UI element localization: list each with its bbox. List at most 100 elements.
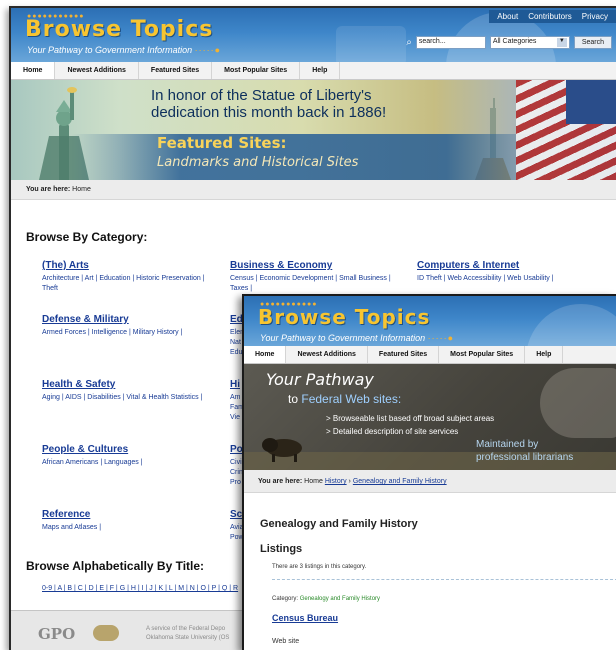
banner-line-2: dedication this month back in 1886! [151,104,387,121]
banner-subtitle-highlight: Federal Web sites: [301,392,402,406]
banner-title: Your Pathway [266,370,374,389]
main-nav: Home Newest Additions Featured Sites Mos… [244,346,616,364]
about-link[interactable]: About [497,12,518,21]
nav-most-popular-sites[interactable]: Most Popular Sites [439,346,526,363]
category-links[interactable]: African Americans | Languages | [42,458,217,468]
listing-category-label: Category: [272,596,299,602]
listing-category: Category: Genealogy and Family History [272,596,380,602]
site-tagline: Your Pathway to Government Information ·… [260,333,454,343]
maintained-line-1: Maintained by [476,439,539,450]
chevron-down-icon: ▼ [556,38,567,47]
breadcrumb-history[interactable]: History [325,478,347,485]
category-computers: Computers & Internet ID Theft | Web Acce… [417,260,592,284]
site-header: ●●●●●●●●●●● Browse Topics Your Pathway t… [244,296,616,346]
category-title[interactable]: Business & Economy [230,260,405,271]
breadcrumb-label: You are here: [258,478,303,485]
category-select-value: All Categories [492,38,537,45]
category-links[interactable]: Census | Economic Development | Small Bu… [230,274,405,294]
category-links[interactable]: Architecture | Art | Education | Histori… [42,274,217,294]
page-title: Genealogy and Family History [260,518,418,530]
site-logo[interactable]: Browse Topics [258,305,430,329]
listing-divider [272,579,616,580]
category-defense: Defense & Military Armed Forces | Intell… [42,314,217,338]
banner-subtitle: to Federal Web sites: [288,392,401,406]
category-links[interactable]: Maps and Atlases | [42,523,217,533]
category-health: Health & Safety Aging | AIDS | Disabilit… [42,379,217,403]
banner-bullet-1: > Browseable list based off broad subjec… [326,414,495,423]
bison-image [262,438,302,462]
breadcrumb-separator: › [348,478,351,485]
flag-canton [566,80,616,124]
category-title[interactable]: Health & Safety [42,379,217,390]
banner-bullet-2: > Detailed description of site services [326,427,459,436]
footer-service-text: A service of the Federal Depo Oklahoma S… [146,625,229,643]
eagle-seal-image [540,368,616,438]
tagline-text: Your Pathway to Government Information [27,45,193,55]
banner-subtitle-prefix: to [288,392,299,406]
site-header: ●●●●●●●●●●● Browse Topics Your Pathway t… [11,8,616,62]
browse-alphabetically-heading: Browse Alphabetically By Title: [26,559,205,573]
banner-subtitle: Landmarks and Historical Sites [157,155,359,170]
listing-count: There are 3 listings in this category. [272,564,367,570]
banner-featured-title: Featured Sites: [157,134,287,152]
nav-most-popular-sites[interactable]: Most Popular Sites [212,62,301,79]
maintained-by-text: Maintained by professional librarians [476,438,573,464]
category-links[interactable]: Armed Forces | Intelligence | Military H… [42,328,217,338]
listing-category-value[interactable]: Genealogy and Family History [300,596,380,602]
listing-title-link[interactable]: Census Bureau [272,613,338,623]
listing-type: Web site [272,638,300,645]
search-input[interactable]: search... [415,36,486,49]
header-decoration [526,304,616,346]
browse-topics-window-front: ●●●●●●●●●●● Browse Topics Your Pathway t… [242,294,616,650]
search-button[interactable]: Search [573,36,612,49]
category-links[interactable]: Aging | AIDS | Disabilities | Vital & He… [42,393,217,403]
banner-headline: In honor of the Statue of Liberty's dedi… [151,87,386,121]
category-title[interactable]: Defense & Military [42,314,217,325]
nav-featured-sites[interactable]: Featured Sites [139,62,213,79]
breadcrumb-home: Home [72,186,91,193]
site-logo[interactable]: Browse Topics [25,17,213,42]
nav-home[interactable]: Home [11,62,56,79]
breadcrumb-label: You are here: [26,186,71,193]
contributors-link[interactable]: Contributors [528,12,572,21]
nav-newest-additions[interactable]: Newest Additions [55,62,139,79]
nav-newest-additions[interactable]: Newest Additions [286,346,368,363]
category-business: Business & Economy Census | Economic Dev… [230,260,405,294]
category-people: People & Cultures African Americans | La… [42,444,217,468]
osu-logo[interactable] [93,625,119,641]
search-icon: ⌕ [406,37,412,48]
featured-banner[interactable]: In honor of the Statue of Liberty's dedi… [11,80,616,180]
main-nav: Home Newest Additions Featured Sites Mos… [11,62,616,80]
category-title[interactable]: Reference [42,509,217,520]
category-title[interactable]: People & Cultures [42,444,217,455]
pathway-banner: Your Pathway to Federal Web sites: > Bro… [244,364,616,470]
category-select[interactable]: All Categories ▼ [489,36,570,49]
search-bar: ⌕ search... All Categories ▼ Search [406,36,612,49]
category-reference: Reference Maps and Atlases | [42,509,217,533]
header-decoration-2 [336,26,406,62]
category-title[interactable]: Computers & Internet [417,260,592,271]
tagline-text: Your Pathway to Government Information [260,333,426,343]
category-title[interactable]: (The) Arts [42,260,217,271]
browse-by-category-heading: Browse By Category: [26,230,148,244]
footer-service-line-2: Oklahoma State University (OS [146,635,230,641]
alphabet-links[interactable]: 0-9 | A | B | C | D | E | F | G | H | I … [42,585,238,592]
privacy-link[interactable]: Privacy [582,12,608,21]
nav-home[interactable]: Home [244,346,287,363]
breadcrumb-home[interactable]: Home [304,478,323,485]
breadcrumb-current[interactable]: Genealogy and Family History [353,478,447,485]
banner-line-1: In honor of the Statue of Liberty's [151,87,372,104]
nav-featured-sites[interactable]: Featured Sites [368,346,440,363]
breadcrumb: You are here: Home History › Genealogy a… [244,470,616,493]
category-arts: (The) Arts Architecture | Art | Educatio… [42,260,217,294]
nav-help[interactable]: Help [525,346,564,363]
nav-help[interactable]: Help [300,62,341,79]
gpo-logo[interactable]: GPO [38,625,75,643]
footer-service-line-1: A service of the Federal Depo [146,626,226,632]
top-links: About Contributors Privacy [489,10,616,23]
category-links[interactable]: ID Theft | Web Accessibility | Web Usabi… [417,274,592,284]
breadcrumb: You are here: Home [11,180,616,200]
maintained-line-2: professional librarians [476,452,574,463]
tagline-dots: ·····● [427,333,455,343]
listings-heading: Listings [260,543,303,555]
